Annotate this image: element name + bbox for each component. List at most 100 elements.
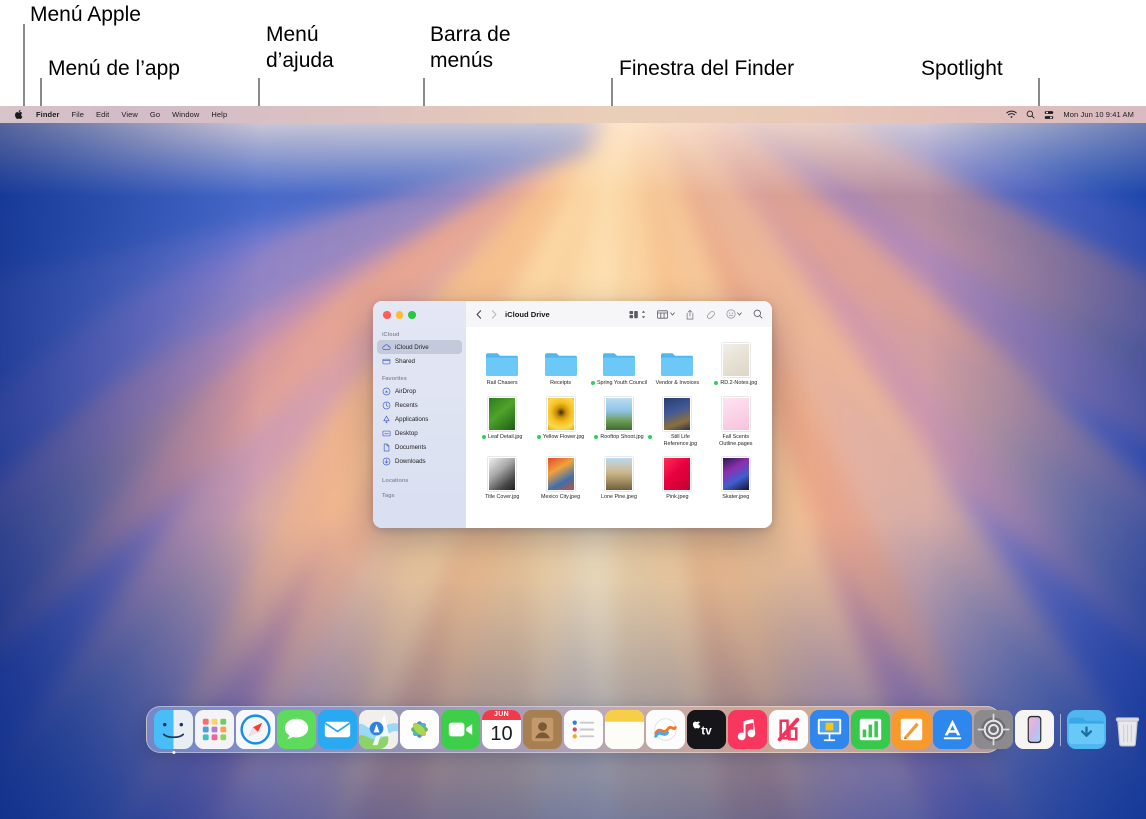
close-button[interactable] xyxy=(383,311,391,319)
sidebar-item-airdrop[interactable]: AirDrop xyxy=(377,384,462,398)
dock-item-trash[interactable] xyxy=(1108,710,1146,749)
dock-separator xyxy=(1060,714,1061,746)
chevron-right-icon[interactable] xyxy=(491,310,497,319)
dock-item-music[interactable] xyxy=(728,710,767,749)
sidebar-item-downloads[interactable]: Downloads xyxy=(377,454,462,468)
finder-item[interactable]: Fall Scents Outline.pages xyxy=(707,390,765,448)
leader-apple-menu xyxy=(23,24,25,106)
spotlight-search-icon[interactable] xyxy=(1026,110,1035,119)
finder-item[interactable]: Lone Pine.jpeg xyxy=(590,450,648,501)
dock-item-keynote[interactable] xyxy=(810,710,849,749)
dock-item-launchpad[interactable] xyxy=(195,710,234,749)
finder-item-name: RD.2-Notes.jpg xyxy=(720,380,757,387)
finder-item[interactable]: Vendor & Invoices xyxy=(648,336,706,387)
finder-item[interactable]: Still Life Reference.jpg xyxy=(648,390,706,448)
apple-logo-icon[interactable] xyxy=(14,109,30,120)
tag-icon[interactable] xyxy=(705,309,715,319)
callout-spotlight: Spotlight xyxy=(921,56,1003,82)
finder-sidebar[interactable]: iCloud iCloud Drive Shared Favorites Air… xyxy=(373,301,466,528)
finder-file-grid[interactable]: Rail Chasers Receipts Spring Youth Council… xyxy=(466,327,772,501)
sidebar-item-desktop[interactable]: Desktop xyxy=(377,426,462,440)
view-switcher-icon[interactable] xyxy=(629,310,647,319)
dock-item-notes[interactable] xyxy=(605,710,644,749)
menu-bar[interactable]: Finder File Edit View Go Window Help Mon… xyxy=(0,106,1146,123)
group-by-icon[interactable] xyxy=(657,310,675,319)
dock-item-safari[interactable] xyxy=(236,710,275,749)
menu-item-edit[interactable]: Edit xyxy=(90,110,115,119)
photo-thumbnail xyxy=(718,450,754,491)
finder-item-name: Pink.jpeg xyxy=(666,494,688,501)
finder-item-label: Rooftop Shoot.jpg xyxy=(594,434,643,441)
sidebar-item-recents[interactable]: Recents xyxy=(377,398,462,412)
folder-icon xyxy=(601,336,637,377)
dock-item-messages[interactable] xyxy=(277,710,316,749)
dock-item-reminders[interactable] xyxy=(564,710,603,749)
finder-item-label: Vendor & Invoices xyxy=(656,380,699,387)
photo-preview xyxy=(488,397,516,431)
wifi-icon[interactable] xyxy=(1006,110,1017,119)
dock[interactable]: JUN10 tv xyxy=(146,706,1001,753)
menu-bar-clock[interactable]: Mon Jun 10 9:41 AM xyxy=(1063,110,1134,119)
finder-item-name: Receipts xyxy=(550,380,571,387)
tag-dot-green xyxy=(594,435,598,439)
finder-item[interactable]: Title Cover.jpg xyxy=(473,450,531,501)
finder-item[interactable]: Pink.jpeg xyxy=(648,450,706,501)
dock-item-iphone-mirroring[interactable] xyxy=(1015,710,1054,749)
finder-item[interactable]: Mexico City.jpeg xyxy=(531,450,589,501)
menu-item-file[interactable]: File xyxy=(66,110,91,119)
menu-item-finder[interactable]: Finder xyxy=(30,110,66,119)
dock-item-mail[interactable] xyxy=(318,710,357,749)
calendar-month-label: JUN xyxy=(482,710,521,720)
dock-item-finder[interactable] xyxy=(154,710,193,749)
dock-item-contacts[interactable] xyxy=(523,710,562,749)
dock-item-numbers[interactable] xyxy=(851,710,890,749)
menu-item-view[interactable]: View xyxy=(115,110,144,119)
control-center-icon[interactable] xyxy=(1044,110,1054,120)
finder-search-icon[interactable] xyxy=(753,309,763,319)
finder-item[interactable]: Skater.jpeg xyxy=(707,450,765,501)
zoom-button[interactable] xyxy=(408,311,416,319)
sidebar-item-shared[interactable]: Shared xyxy=(377,354,462,368)
finder-item[interactable]: Rail Chasers xyxy=(473,336,531,387)
menu-item-window[interactable]: Window xyxy=(166,110,205,119)
dock-item-calendar[interactable]: JUN10 xyxy=(482,710,521,749)
chevron-left-icon[interactable] xyxy=(476,310,482,319)
dock-item-system-settings[interactable] xyxy=(974,710,1013,749)
dock-item-maps[interactable] xyxy=(359,710,398,749)
menu-item-go[interactable]: Go xyxy=(144,110,166,119)
dock-item-app-store[interactable] xyxy=(933,710,972,749)
dock-item-downloads[interactable] xyxy=(1067,710,1106,749)
downloads-icon xyxy=(382,457,391,466)
sidebar-item-documents[interactable]: Documents xyxy=(377,440,462,454)
finder-window[interactable]: iCloud iCloud Drive Shared Favorites Air… xyxy=(373,301,772,528)
dock-item-pages[interactable] xyxy=(892,710,931,749)
finder-window-title: iCloud Drive xyxy=(505,310,550,319)
share-icon[interactable] xyxy=(686,309,694,320)
finder-item[interactable]: Spring Youth Council xyxy=(590,336,648,387)
finder-content-pane[interactable]: iCloud Drive xyxy=(466,301,772,528)
finder-item[interactable]: Yellow Flower.jpg xyxy=(531,390,589,448)
dock-item-apple-tv[interactable]: tv xyxy=(687,710,726,749)
tag-dot-green xyxy=(537,435,541,439)
finder-toolbar[interactable]: iCloud Drive xyxy=(466,301,772,327)
window-traffic-lights xyxy=(383,311,416,319)
finder-item[interactable]: Rooftop Shoot.jpg xyxy=(590,390,648,448)
photo-preview xyxy=(722,397,750,431)
finder-item[interactable]: Leaf Detail.jpg xyxy=(473,390,531,448)
finder-item[interactable]: Receipts xyxy=(531,336,589,387)
action-menu-icon[interactable] xyxy=(726,309,743,319)
photo-thumbnail xyxy=(601,390,637,431)
dock-item-news[interactable] xyxy=(769,710,808,749)
sidebar-item-applications[interactable]: Applications xyxy=(377,412,462,426)
sidebar-item-icloud-drive[interactable]: iCloud Drive xyxy=(377,340,462,354)
sidebar-header-locations: Locations xyxy=(373,468,466,486)
leader-menu-bar xyxy=(423,78,425,106)
menu-item-help[interactable]: Help xyxy=(205,110,233,119)
dock-item-freeform[interactable] xyxy=(646,710,685,749)
airdrop-icon xyxy=(382,387,391,396)
minimize-button[interactable] xyxy=(396,311,404,319)
leader-help-menu xyxy=(258,78,260,106)
dock-item-photos[interactable] xyxy=(400,710,439,749)
finder-item[interactable]: RD.2-Notes.jpg xyxy=(707,336,765,387)
dock-item-facetime[interactable] xyxy=(441,710,480,749)
